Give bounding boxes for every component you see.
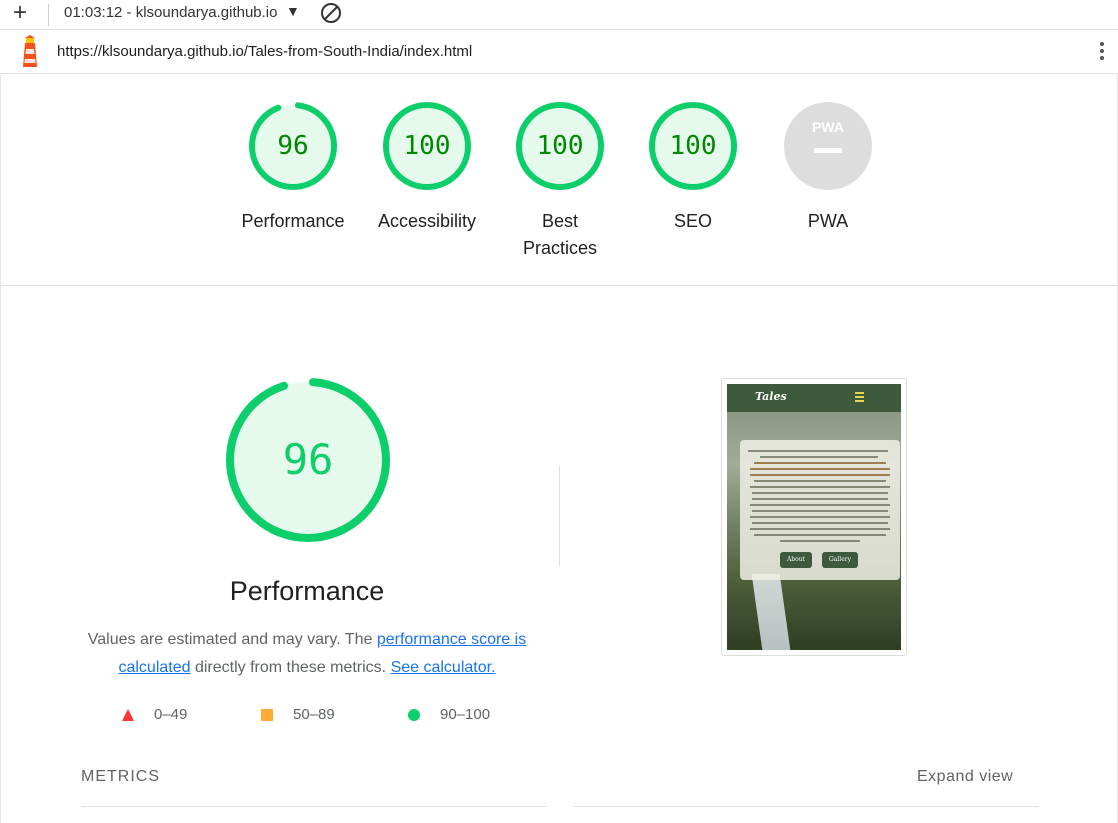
legend-average: 50–89	[260, 706, 335, 723]
gauge-seo-label: SEO	[673, 211, 712, 231]
screenshot-logo: Tales	[755, 390, 787, 403]
report-selector-label[interactable]: 01:03:12 - klsoundarya.github.io	[64, 4, 286, 21]
gauge-accessibility[interactable]: 100 Accessibility	[362, 100, 492, 235]
block-icon[interactable]	[320, 2, 342, 29]
gauge-seo-ring: 100	[649, 102, 737, 190]
legend-pass-range: 90–100	[440, 706, 491, 723]
screenshot-gallery-button: Gallery	[822, 552, 858, 568]
screenshot-navbar: Tales	[727, 384, 901, 412]
screenshot-intro-card: About Gallery	[740, 440, 900, 580]
gauge-best-practices-label-line1: Best	[541, 211, 579, 231]
gauge-accessibility-score: 100	[404, 131, 451, 161]
kebab-menu-icon[interactable]	[1094, 40, 1110, 64]
gauge-performance-ring: 96	[249, 102, 337, 190]
gauge-best-practices-score: 100	[537, 131, 584, 161]
report-url[interactable]: https://klsoundarya.github.io/Tales-from…	[57, 43, 472, 60]
hamburger-icon	[855, 392, 864, 404]
performance-big-score: 96	[283, 435, 334, 484]
gauge-seo[interactable]: 100 SEO	[628, 100, 758, 235]
gauge-accessibility-label: Accessibility	[377, 211, 477, 231]
legend-fail-range: 0–49	[154, 706, 188, 723]
circle-icon	[408, 708, 420, 721]
report-body: 96 Performance 100 Accessibility 100 Bes…	[0, 74, 1118, 823]
gauge-best-practices-label-line2: Practices	[522, 238, 598, 258]
gauge-pwa-label: PWA	[807, 211, 849, 231]
metrics-heading: METRICS	[81, 768, 160, 785]
legend-pass: 90–100	[407, 706, 490, 723]
pwa-badge-icon: PWA	[784, 102, 872, 190]
metrics-divider-left	[81, 806, 547, 807]
section-divider	[559, 466, 560, 566]
legend-average-range: 50–89	[293, 706, 335, 723]
score-gauges-row: 96 Performance 100 Accessibility 100 Bes…	[1, 74, 1117, 286]
gauge-best-practices[interactable]: 100 Best Practices	[495, 100, 625, 262]
see-calculator-link[interactable]: See calculator.	[391, 659, 496, 676]
gauge-accessibility-ring: 100	[383, 102, 471, 190]
square-icon	[261, 708, 273, 721]
gauge-pwa-mark: PWA	[812, 119, 844, 135]
metrics-divider-right	[573, 806, 1039, 807]
toolbar-divider	[48, 4, 49, 26]
gauge-best-practices-label: Best Practices	[495, 208, 625, 262]
expand-view-button[interactable]: Expand view	[917, 768, 1013, 786]
gauge-pwa[interactable]: PWA PWA	[763, 100, 893, 235]
legend-fail: 0–49	[121, 706, 187, 723]
gauge-performance-label: Performance	[241, 211, 345, 231]
caret-down-icon[interactable]: ▼	[286, 3, 300, 19]
performance-big-gauge: 96	[226, 378, 390, 542]
gauge-performance-score: 96	[277, 131, 308, 161]
gauge-performance[interactable]: 96 Performance	[228, 100, 358, 235]
performance-desc-prefix: Values are estimated and may vary. The	[87, 631, 377, 648]
screenshot-image: Tales About Gallery	[727, 384, 901, 650]
report-url-bar: https://klsoundarya.github.io/Tales-from…	[0, 30, 1118, 74]
screenshot-about-button: About	[780, 552, 812, 568]
performance-title: Performance	[229, 576, 385, 606]
gauge-best-practices-ring: 100	[516, 102, 604, 190]
performance-desc-middle: directly from these metrics.	[190, 659, 391, 676]
plus-icon[interactable]: +	[13, 1, 27, 25]
performance-description: Values are estimated and may vary. The p…	[79, 626, 535, 682]
final-screenshot[interactable]: Tales About Gallery	[721, 378, 907, 656]
waterfall-image	[751, 574, 791, 650]
gauge-seo-score: 100	[670, 131, 717, 161]
lighthouse-icon	[18, 35, 42, 74]
triangle-icon	[122, 708, 134, 721]
devtools-toolbar: + 01:03:12 - klsoundarya.github.io ▼	[0, 0, 1118, 30]
